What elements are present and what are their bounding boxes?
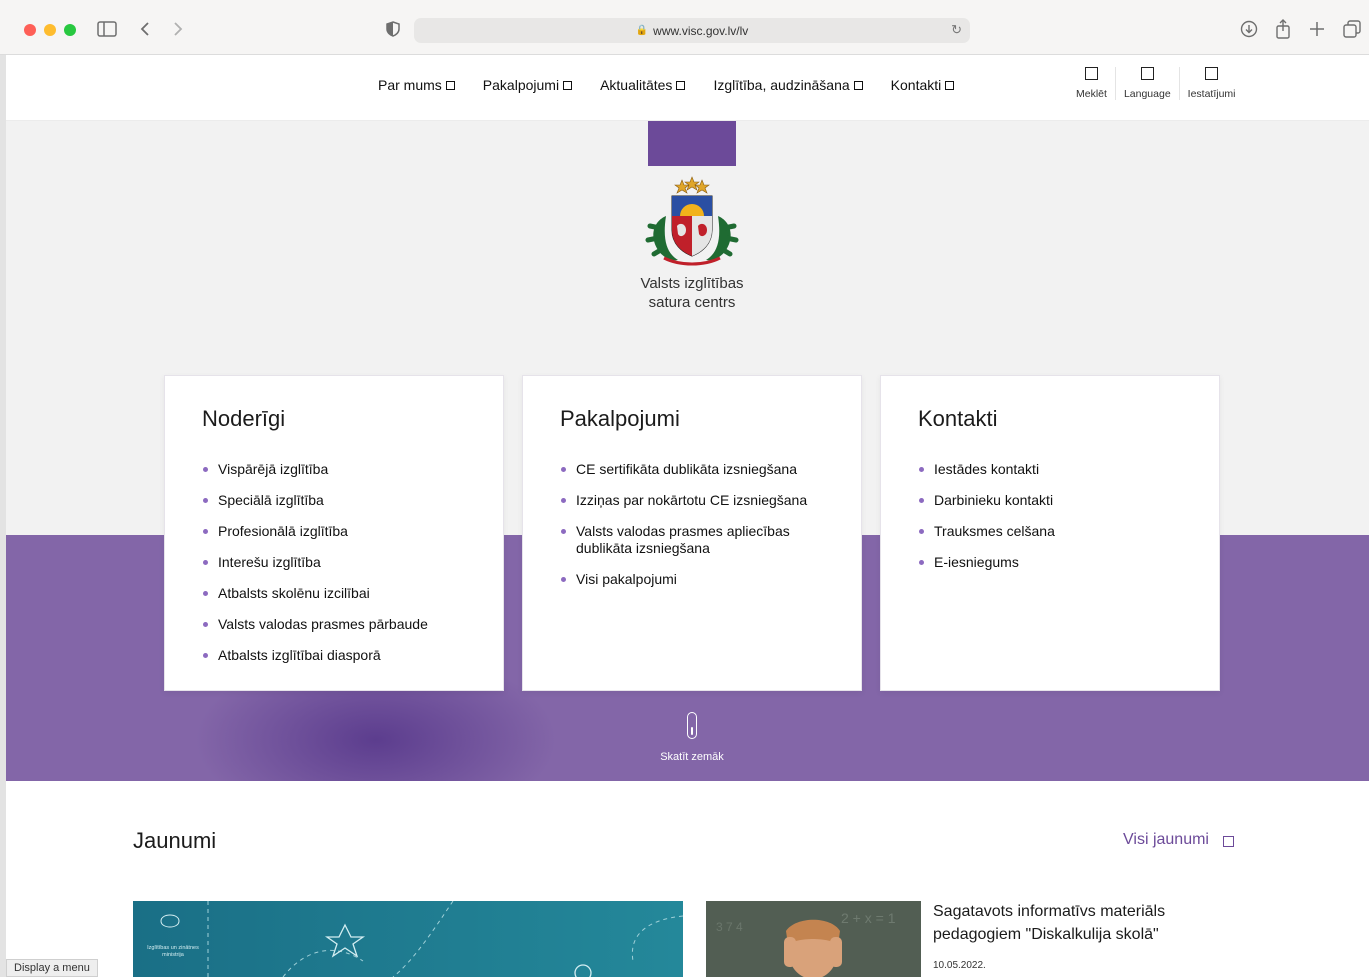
- card-link[interactable]: Atbalsts skolēnu izcilībai: [202, 585, 482, 602]
- square-icon: [445, 80, 455, 90]
- card-pakalpojumi: Pakalpojumi CE sertifikāta dublikāta izs…: [522, 375, 862, 691]
- lock-icon: 🔒: [635, 25, 649, 36]
- card-link[interactable]: Valsts valodas prasmes apliecības dublik…: [560, 523, 840, 557]
- main-nav: Par mums Pakalpojumi Aktualitātes Izglīt…: [378, 77, 982, 93]
- nav-item-izglitiba[interactable]: Izglītība, audzināšana: [713, 77, 863, 93]
- card-link[interactable]: Darbinieku kontakti: [918, 492, 1198, 509]
- news-date: 10.05.2022.: [933, 960, 986, 971]
- card-kontakti: Kontakti Iestādes kontakti Darbinieku ko…: [880, 375, 1220, 691]
- privacy-shield-icon[interactable]: [380, 16, 406, 42]
- header-tools: Meklēt Language Iestatījumi: [1068, 67, 1244, 100]
- news-image-student[interactable]: 2 + x = 1 3 7 4: [706, 901, 921, 977]
- status-bar: Display a menu: [6, 959, 98, 977]
- ministry-caption: Izglītības un zinātnes ministrija: [147, 945, 199, 958]
- card-list: CE sertifikāta dublikāta izsniegšana Izz…: [560, 461, 840, 602]
- card-noderigi: Noderīgi Vispārējā izglītība Speciālā iz…: [164, 375, 504, 691]
- downloads-icon[interactable]: [1236, 16, 1262, 42]
- language-button[interactable]: Language: [1116, 67, 1180, 100]
- square-icon: [676, 80, 686, 90]
- browser-toolbar: 🔒 www.visc.gov.lv/lv ↻: [0, 0, 1369, 55]
- card-list: Iestādes kontakti Darbinieku kontakti Tr…: [918, 461, 1198, 585]
- logo-tab: [648, 121, 736, 166]
- card-link[interactable]: E-iesniegums: [918, 554, 1198, 571]
- card-link[interactable]: Iestādes kontakti: [918, 461, 1198, 478]
- square-icon: [563, 80, 573, 90]
- card-title: Pakalpojumi: [560, 406, 680, 431]
- card-link[interactable]: Trauksmes celšana: [918, 523, 1198, 540]
- card-link[interactable]: Interešu izglītība: [202, 554, 482, 571]
- minimize-window-button[interactable]: [44, 24, 56, 36]
- nav-item-par-mums[interactable]: Par mums: [378, 77, 455, 93]
- forward-icon[interactable]: [165, 16, 191, 42]
- scroll-down-icon[interactable]: [687, 712, 697, 739]
- svg-text:2 + x = 1: 2 + x = 1: [841, 910, 896, 926]
- coat-of-arms-icon[interactable]: [644, 176, 740, 268]
- tab-overview-icon[interactable]: [1339, 16, 1365, 42]
- card-link[interactable]: Speciālā izglītība: [202, 492, 482, 509]
- card-link[interactable]: Atbalsts izglītībai diasporā: [202, 647, 482, 664]
- square-icon: [1222, 835, 1234, 847]
- card-link[interactable]: Visi pakalpojumi: [560, 571, 840, 588]
- search-button[interactable]: Meklēt: [1068, 67, 1116, 100]
- language-square-icon: [1140, 67, 1154, 80]
- card-link[interactable]: Valsts valodas prasmes pārbaude: [202, 616, 482, 633]
- settings-square-icon: [1205, 67, 1219, 80]
- svg-text:3 7 4: 3 7 4: [716, 920, 743, 934]
- reload-icon[interactable]: ↻: [951, 22, 962, 38]
- card-title: Noderīgi: [202, 406, 286, 431]
- window-controls: [24, 24, 76, 36]
- card-link[interactable]: Vispārējā izglītība: [202, 461, 482, 478]
- nav-item-kontakti[interactable]: Kontakti: [891, 77, 955, 93]
- address-bar[interactable]: 🔒 www.visc.gov.lv/lv ↻: [414, 18, 970, 43]
- close-window-button[interactable]: [24, 24, 36, 36]
- nav-item-aktualitates[interactable]: Aktualitātes: [600, 77, 686, 93]
- search-square-icon: [1084, 67, 1098, 80]
- share-icon[interactable]: [1270, 16, 1296, 42]
- square-icon: [853, 80, 863, 90]
- settings-button[interactable]: Iestatījumi: [1180, 67, 1244, 100]
- nav-item-pakalpojumi[interactable]: Pakalpojumi: [483, 77, 573, 93]
- back-icon[interactable]: [132, 16, 158, 42]
- scroll-down-label[interactable]: Skatīt zemāk: [642, 751, 742, 763]
- news-image-ministry[interactable]: Izglītības un zinātnes ministrija: [133, 901, 683, 977]
- new-tab-icon[interactable]: [1304, 16, 1330, 42]
- sidebar-toggle-icon[interactable]: [94, 16, 120, 42]
- news-section-title: Jaunumi: [133, 828, 217, 853]
- address-url: www.visc.gov.lv/lv: [653, 23, 749, 38]
- card-link[interactable]: Izziņas par nokārtotu CE izsniegšana: [560, 492, 840, 509]
- card-link[interactable]: Profesionālā izglītība: [202, 523, 482, 540]
- site-header: Par mums Pakalpojumi Aktualitātes Izglīt…: [6, 55, 1369, 121]
- card-link[interactable]: CE sertifikāta dublikāta izsniegšana: [560, 461, 840, 478]
- all-news-link[interactable]: Visi jaunumi: [1123, 831, 1234, 849]
- square-icon: [945, 80, 955, 90]
- news-headline[interactable]: Sagatavots informatīvs materiāls pedagog…: [933, 900, 1233, 946]
- card-title: Kontakti: [918, 406, 998, 431]
- card-list: Vispārējā izglītība Speciālā izglītība P…: [202, 461, 482, 678]
- org-name[interactable]: Valsts izglītības satura centrs: [592, 274, 792, 312]
- zoom-window-button[interactable]: [64, 24, 76, 36]
